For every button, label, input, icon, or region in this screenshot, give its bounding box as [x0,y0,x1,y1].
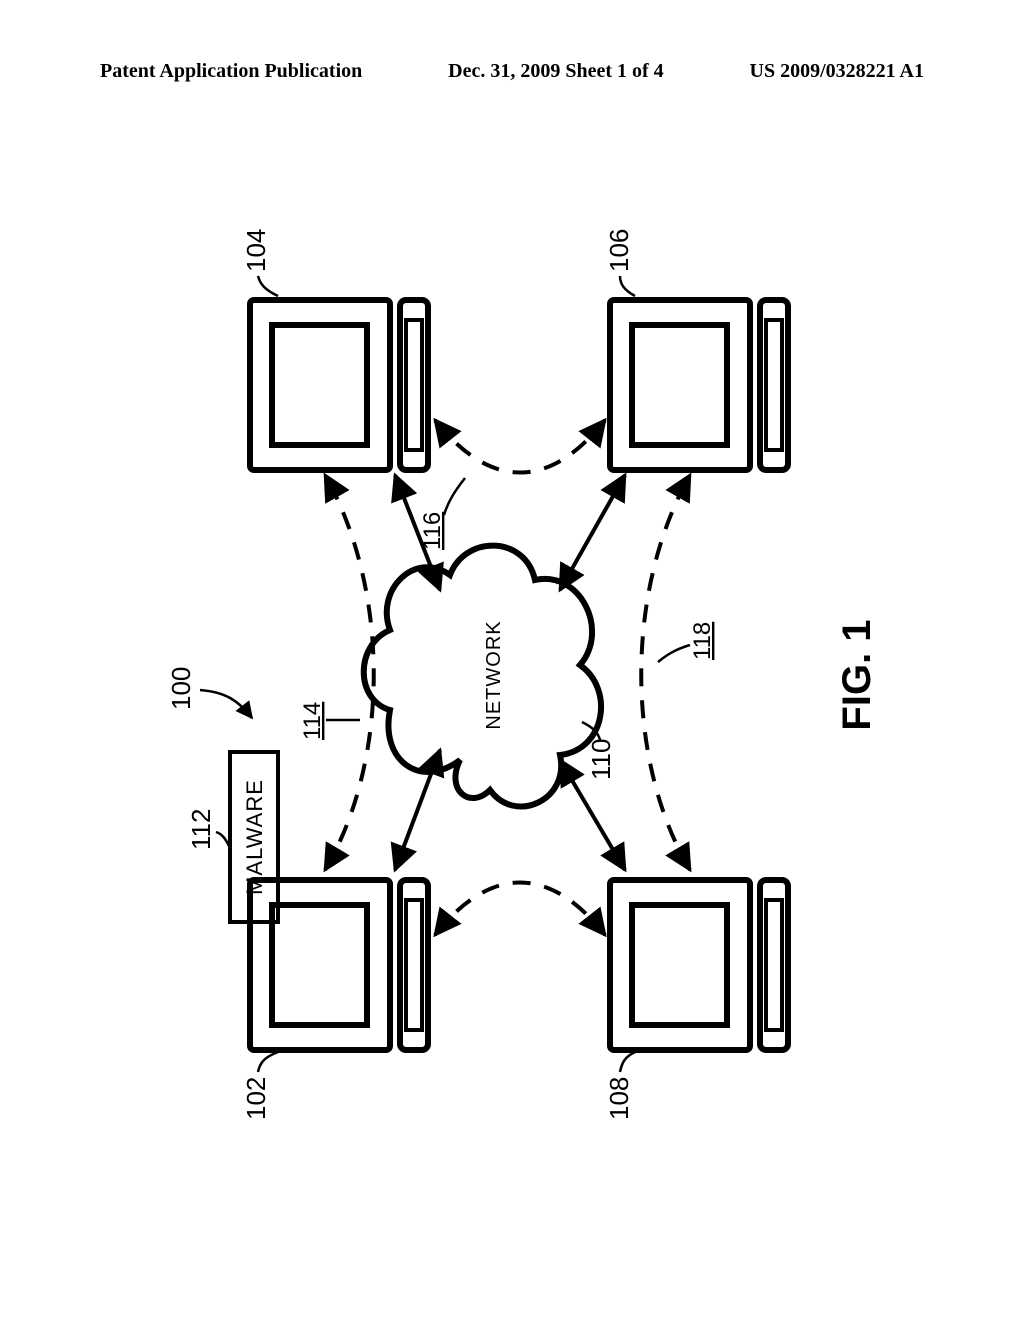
header-center: Dec. 31, 2009 Sheet 1 of 4 [448,60,664,83]
ref-114: 114 [299,702,360,740]
svg-text:114: 114 [299,702,326,740]
svg-text:104: 104 [241,229,271,272]
svg-text:118: 118 [689,622,716,660]
malware-label: MALWARE [242,779,267,895]
ref-102: 102 [241,1052,278,1120]
page-header: Patent Application Publication Dec. 31, … [100,60,924,83]
malware-box: MALWARE [230,752,278,922]
ref-116: 116 [419,478,465,550]
svg-text:106: 106 [604,229,634,272]
link-106-net [560,475,625,590]
ref-118: 118 [658,622,716,662]
header-right: US 2009/0328221 A1 [750,60,924,83]
svg-text:102: 102 [241,1077,271,1120]
figure-1-svg: NETWORK MALWARE [130,190,900,1190]
ref-112: 112 [186,809,229,850]
dashed-link-118 [641,475,690,870]
svg-text:112: 112 [186,809,216,850]
computer-106 [610,300,788,470]
network-label: NETWORK [483,620,505,729]
svg-text:110: 110 [586,739,616,780]
dashed-link-116 [435,420,605,473]
ref-104: 104 [241,229,278,296]
svg-text:100: 100 [166,667,196,710]
ref-100: 100 [166,667,252,718]
svg-text:108: 108 [604,1077,634,1120]
ref-106: 106 [604,229,635,296]
ref-108: 108 [604,1052,635,1120]
computer-104 [250,300,428,470]
computer-108 [610,880,788,1050]
diagram-container: NETWORK MALWARE [130,190,900,1190]
ref-110: 110 [582,722,616,780]
dashed-link-left [435,883,605,936]
svg-text:116: 116 [419,512,446,550]
header-left: Patent Application Publication [100,60,362,83]
figure-label: FIG. 1 [835,619,879,730]
